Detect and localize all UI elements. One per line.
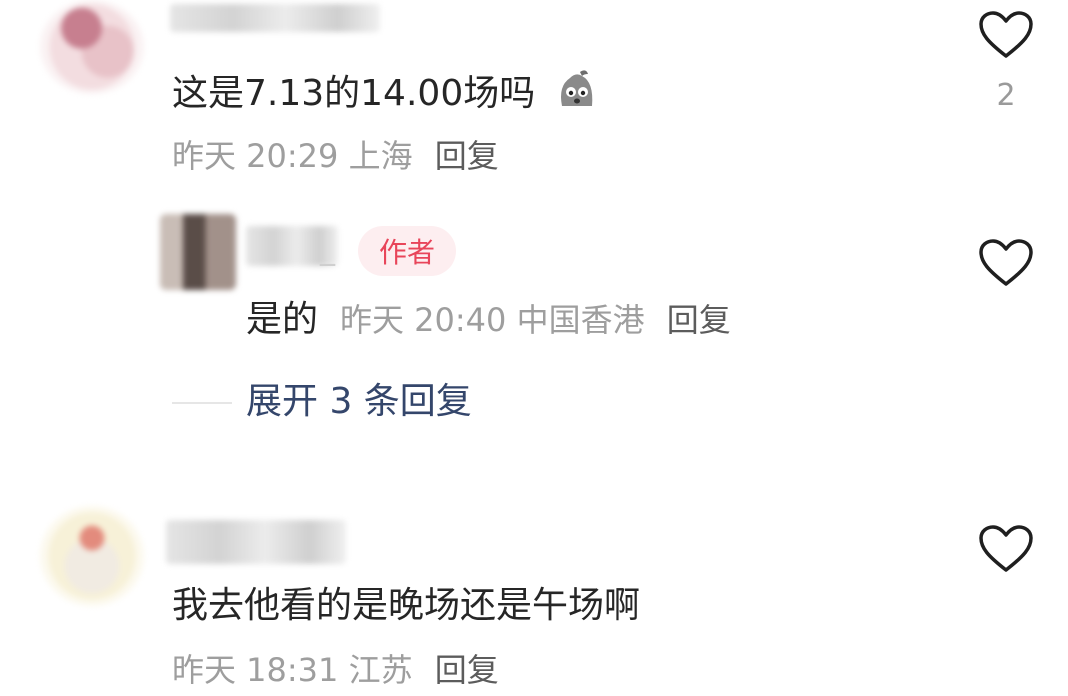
avatar[interactable] [160,214,236,290]
sweating-face-emoji [561,70,593,106]
avatar[interactable] [40,506,144,606]
comment-meta: 昨天 20:29 上海 回复 [172,140,499,172]
username-suffix: _ [320,232,335,267]
expand-divider [172,402,232,404]
comment-list: 这是7.13的14.00场吗 昨天 20:29 上海 回复 2 _ 作者 是的 … [0,0,1068,696]
comment-time: 昨天 20:29 [172,137,339,175]
reply-time: 昨天 20:40 [340,301,507,339]
comment-text: 这是7.13的14.00场吗 [172,73,536,114]
heart-outline-icon[interactable] [978,524,1034,574]
avatar[interactable] [40,0,144,94]
heart-outline-icon[interactable] [978,238,1034,288]
reply-button[interactable]: 回复 [435,137,499,175]
reply-button[interactable]: 回复 [435,651,499,689]
reply-button[interactable]: 回复 [667,301,731,339]
username-blurred[interactable] [170,4,380,32]
reply-text: 是的 [246,299,319,340]
reply-meta: 昨天 20:40 中国香港 回复 [340,304,731,336]
username-blurred[interactable] [166,520,346,564]
comment-time: 昨天 18:31 [172,651,339,689]
expand-replies-button[interactable]: 展开 3 条回复 [246,384,472,420]
comment-text: 我去他看的是晚场还是午场啊 [172,585,641,626]
comment-location: 江苏 [348,651,413,689]
like-count: 2 [996,78,1016,113]
reply-location: 中国香港 [516,301,645,339]
author-badge: 作者 [358,226,456,276]
comment-meta: 昨天 18:31 江苏 回复 [172,654,499,686]
comment-location: 上海 [348,137,413,175]
heart-outline-icon[interactable] [978,10,1034,60]
